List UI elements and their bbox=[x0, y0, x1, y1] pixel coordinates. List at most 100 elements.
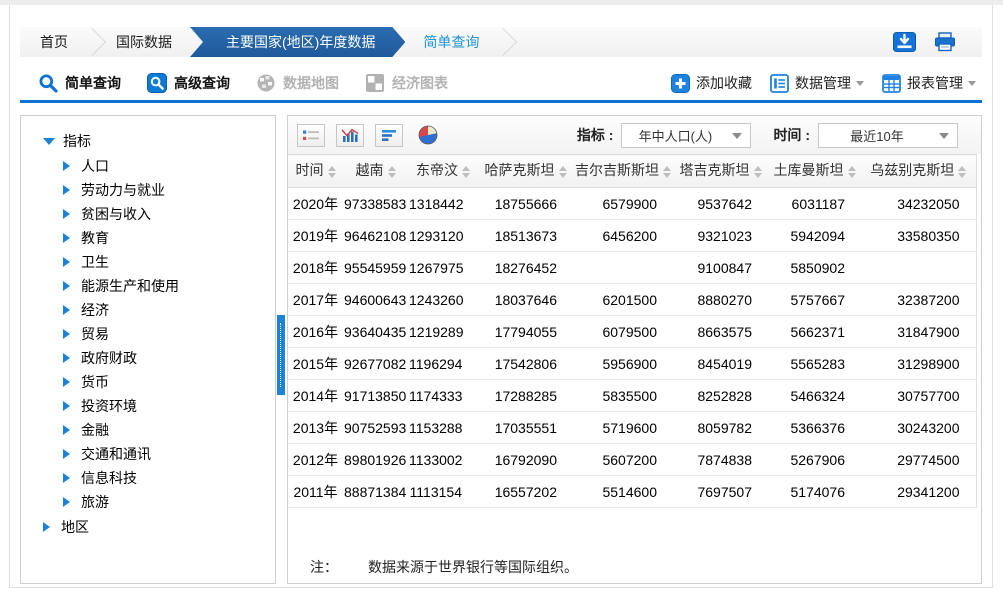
sidebar-item[interactable]: 贸易 bbox=[63, 322, 275, 346]
sidebar-item-label: 货币 bbox=[81, 372, 109, 392]
add-favorite-icon bbox=[671, 74, 690, 93]
cell-value bbox=[861, 252, 976, 284]
chevron-down-icon bbox=[732, 133, 742, 144]
column-header[interactable]: 吉尔吉斯斯坦 bbox=[573, 155, 673, 188]
cell-value: 5719600 bbox=[573, 412, 673, 444]
cell-value: 5466324 bbox=[768, 380, 861, 412]
cell-value: 94600643 bbox=[343, 284, 408, 316]
toolbar-report-manage-button[interactable]: 报表管理 bbox=[882, 73, 976, 93]
list-view-button[interactable] bbox=[297, 124, 325, 147]
sidebar-item[interactable]: 交通和通讯 bbox=[63, 442, 275, 466]
column-header[interactable]: 东帝汶 bbox=[408, 155, 478, 188]
breadcrumb-tab-international-data[interactable]: 国际数据 bbox=[96, 27, 192, 57]
splitter-handle[interactable] bbox=[277, 315, 285, 395]
sidebar-item[interactable]: 货币 bbox=[63, 370, 275, 394]
data-table: 时间越南东帝汶哈萨克斯坦吉尔吉斯斯坦塔吉克斯坦土库曼斯坦乌兹别克斯坦 2020年… bbox=[288, 154, 977, 508]
sort-up-icon bbox=[388, 162, 396, 171]
cell-value: 17794055 bbox=[478, 316, 573, 348]
column-header[interactable]: 土库曼斯坦 bbox=[768, 155, 861, 188]
breadcrumb-tab-simple-query[interactable]: 简单查询 bbox=[403, 27, 499, 57]
sidebar-item[interactable]: 金融 bbox=[63, 418, 275, 442]
toolbar-economic-charts-button: 经济图表 bbox=[365, 73, 448, 93]
cell-value: 6201500 bbox=[573, 284, 673, 316]
breadcrumb-tab-annual-data[interactable]: 主要国家(地区)年度数据 bbox=[190, 27, 405, 57]
cell-value: 6079500 bbox=[573, 316, 673, 348]
data-panel: 指标 : 年中人口(人) 时间 : 最近10年 时间越南东帝汶哈萨克斯坦吉尔吉斯… bbox=[287, 115, 982, 584]
sidebar-item-label: 卫生 bbox=[81, 252, 109, 272]
cell-value: 97338583 bbox=[343, 188, 408, 220]
cell-value: 17035551 bbox=[478, 412, 573, 444]
sort-icon bbox=[663, 162, 671, 182]
column-header[interactable]: 越南 bbox=[343, 155, 408, 188]
tree-root-indicators[interactable]: 指标 bbox=[43, 128, 275, 154]
table-head: 时间越南 东帝汶哈萨克斯坦吉尔吉斯斯坦塔吉克斯坦土库曼斯坦乌兹别克斯坦 bbox=[288, 155, 976, 188]
print-button[interactable] bbox=[934, 32, 956, 52]
column-header-label: 吉尔吉斯斯坦 bbox=[575, 162, 659, 178]
cell-value: 5514600 bbox=[573, 476, 673, 508]
chevron-down-icon bbox=[968, 81, 976, 90]
view-switcher bbox=[297, 124, 453, 147]
download-button[interactable] bbox=[893, 32, 916, 52]
sidebar-item-label: 交通和通讯 bbox=[81, 444, 151, 464]
column-chart-view-button[interactable] bbox=[336, 124, 364, 147]
cell-value: 1293120 bbox=[408, 220, 478, 252]
toolbar-report-manage-label: 报表管理 bbox=[907, 73, 963, 93]
column-header[interactable]: 哈萨克斯坦 bbox=[478, 155, 573, 188]
chevron-down-icon bbox=[856, 81, 864, 90]
cell-value: 8454019 bbox=[673, 348, 768, 380]
sidebar-item[interactable]: 信息科技 bbox=[63, 466, 275, 490]
print-icon bbox=[934, 32, 956, 52]
column-header-label: 越南 bbox=[356, 162, 384, 178]
bar-chart-view-button[interactable] bbox=[375, 124, 403, 147]
note-text: 数据来源于世界银行等国际组织。 bbox=[368, 559, 578, 575]
triangle-right-icon bbox=[63, 473, 75, 483]
toolbar-economic-charts-label: 经济图表 bbox=[392, 73, 448, 93]
column-chart-view-icon bbox=[341, 128, 360, 143]
data-map-icon bbox=[256, 73, 276, 93]
sort-icon bbox=[848, 162, 856, 182]
sidebar-item[interactable]: 旅游 bbox=[63, 490, 275, 514]
sidebar-item[interactable]: 卫生 bbox=[63, 250, 275, 274]
indicator-select-value: 年中人口(人) bbox=[622, 126, 728, 145]
toolbar-advanced-query-button[interactable]: 高级查询 bbox=[147, 73, 230, 93]
column-header[interactable]: 乌兹别克斯坦 bbox=[861, 155, 976, 188]
cell-value: 1174333 bbox=[408, 380, 478, 412]
sort-up-icon bbox=[462, 162, 470, 171]
cell-value: 5366376 bbox=[768, 412, 861, 444]
toolbar-simple-query-button[interactable]: 简单查询 bbox=[38, 73, 121, 93]
time-select[interactable]: 最近10年 bbox=[818, 123, 958, 148]
sidebar-item[interactable]: 贫困与收入 bbox=[63, 202, 275, 226]
toolbar-data-map-button: 数据地图 bbox=[256, 73, 339, 93]
sidebar-item-label: 人口 bbox=[81, 156, 109, 176]
indicator-select[interactable]: 年中人口(人) bbox=[621, 123, 751, 148]
sort-up-icon bbox=[663, 162, 671, 171]
sidebar-item[interactable]: 能源生产和使用 bbox=[63, 274, 275, 298]
column-header[interactable]: 塔吉克斯坦 bbox=[673, 155, 768, 188]
breadcrumb: 首页国际数据主要国家(地区)年度数据简单查询 bbox=[20, 27, 982, 57]
cell-value: 1196294 bbox=[408, 348, 478, 380]
cell-year: 2014年 bbox=[288, 380, 343, 412]
cell-year: 2016年 bbox=[288, 316, 343, 348]
tree-root-region[interactable]: 地区 bbox=[43, 514, 275, 540]
cell-value: 17288285 bbox=[478, 380, 573, 412]
sidebar-item[interactable]: 经济 bbox=[63, 298, 275, 322]
triangle-right-icon bbox=[63, 449, 75, 459]
toolbar-add-favorite-button[interactable]: 添加收藏 bbox=[671, 73, 752, 93]
table-row: 2015年92677082119629417542806595690084540… bbox=[288, 348, 976, 380]
triangle-right-icon bbox=[63, 329, 75, 339]
triangle-right-icon bbox=[63, 185, 75, 195]
sidebar-item[interactable]: 人口 bbox=[63, 154, 275, 178]
sidebar-item[interactable]: 政府财政 bbox=[63, 346, 275, 370]
sidebar-item[interactable]: 劳动力与就业 bbox=[63, 178, 275, 202]
toolbar-right: 添加收藏数据管理 报表管理 bbox=[653, 73, 982, 93]
advanced-search-icon bbox=[147, 73, 167, 93]
triangle-right-icon bbox=[63, 377, 75, 387]
pie-chart-view-button[interactable] bbox=[414, 124, 442, 147]
content-area: 指标人口劳动力与就业贫困与收入教育卫生能源生产和使用经济贸易政府财政货币投资环境… bbox=[20, 115, 982, 584]
sidebar-item[interactable]: 投资环境 bbox=[63, 394, 275, 418]
column-header[interactable]: 时间 bbox=[288, 155, 343, 188]
sidebar-item[interactable]: 教育 bbox=[63, 226, 275, 250]
toolbar-data-manage-button[interactable]: 数据管理 bbox=[770, 73, 864, 93]
cell-value: 8663575 bbox=[673, 316, 768, 348]
cell-value: 8252828 bbox=[673, 380, 768, 412]
